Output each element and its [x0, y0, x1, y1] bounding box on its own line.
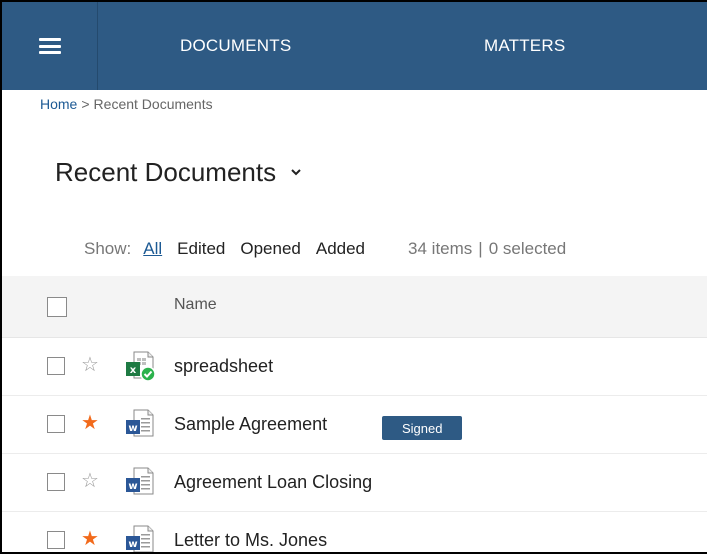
- document-name-link[interactable]: Agreement Loan Closing: [174, 472, 372, 493]
- svg-text:w: w: [128, 539, 137, 550]
- table-row[interactable]: ★ w Sample Agreement: [2, 396, 707, 454]
- selected-count: 0 selected: [488, 239, 567, 258]
- row-checkbox[interactable]: [47, 473, 65, 491]
- filter-edited[interactable]: Edited: [177, 239, 225, 259]
- menu-button[interactable]: [2, 2, 98, 90]
- svg-text:x: x: [130, 365, 137, 376]
- word-icon: w: [126, 525, 154, 552]
- table-row[interactable]: ☆ x spreadsheet: [2, 338, 707, 396]
- page-title: Recent Documents: [55, 156, 277, 187]
- excel-checked-icon: x: [126, 351, 156, 382]
- row-checkbox[interactable]: [47, 357, 65, 375]
- word-icon: w: [126, 409, 154, 437]
- table-row[interactable]: ☆ w Agreement Loan Closing: [2, 454, 707, 512]
- hamburger-icon: [38, 38, 61, 54]
- breadcrumb-separator: >: [81, 96, 90, 112]
- breadcrumb-current: Recent Documents: [93, 96, 213, 112]
- document-name-link[interactable]: Letter to Ms. Jones: [174, 530, 327, 551]
- star-outline-icon[interactable]: ☆: [81, 351, 99, 379]
- column-header-name[interactable]: Name: [174, 296, 217, 314]
- svg-text:w: w: [128, 481, 137, 492]
- select-all-checkbox[interactable]: [47, 297, 67, 317]
- star-filled-icon[interactable]: ★: [81, 525, 99, 552]
- star-outline-icon[interactable]: ☆: [81, 467, 99, 495]
- nav-documents[interactable]: DOCUMENTS: [180, 2, 291, 90]
- row-checkbox[interactable]: [47, 531, 65, 549]
- filter-bar: Show: All Edited Opened Added 34 items |…: [84, 234, 566, 264]
- star-filled-icon[interactable]: ★: [81, 409, 99, 437]
- breadcrumb-home-link[interactable]: Home: [40, 96, 77, 112]
- nav-matters[interactable]: MATTERS: [484, 2, 565, 90]
- breadcrumb: Home > Recent Documents: [40, 94, 213, 114]
- filter-all[interactable]: All: [143, 239, 162, 259]
- chevron-down-icon: [291, 169, 301, 176]
- row-checkbox[interactable]: [47, 415, 65, 433]
- filter-added[interactable]: Added: [316, 239, 365, 259]
- items-count: 34 items: [408, 239, 473, 258]
- document-name-link[interactable]: Sample Agreement: [174, 414, 327, 435]
- document-name-link[interactable]: spreadsheet: [174, 356, 273, 377]
- table-header: Name: [2, 276, 707, 338]
- top-nav-bar: DOCUMENTS MATTERS: [2, 2, 707, 90]
- app-window: DOCUMENTS MATTERS Home > Recent Document…: [0, 0, 707, 554]
- show-label: Show:: [84, 239, 132, 258]
- count-separator: |: [478, 239, 483, 258]
- word-icon: w: [126, 467, 154, 495]
- page-title-dropdown[interactable]: Recent Documents: [55, 152, 302, 192]
- svg-text:w: w: [128, 423, 137, 434]
- table-row[interactable]: ★ w Letter to Ms. Jones: [2, 512, 707, 552]
- filter-opened[interactable]: Opened: [240, 239, 301, 259]
- signed-badge: Signed: [382, 416, 463, 440]
